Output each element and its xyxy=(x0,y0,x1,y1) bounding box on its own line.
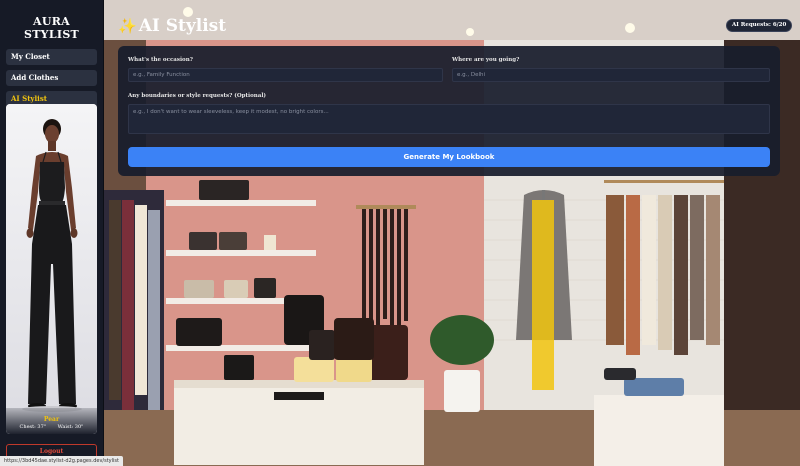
sidebar-item-add-clothes[interactable]: Add Clothes xyxy=(6,70,97,86)
sidebar-item-my-closet[interactable]: My Closet xyxy=(6,49,97,65)
stylist-form-panel: What's the occasion? e.g., Family Functi… xyxy=(118,46,780,176)
sparkle-icon: ✨ xyxy=(118,17,137,35)
destination-label: Where are you going? xyxy=(452,57,520,63)
model-photo xyxy=(6,104,97,434)
waist-measurement: Waist: 30" xyxy=(57,424,84,430)
model-card: Pear Chest: 37" Waist: 30" xyxy=(6,104,97,434)
occasion-input[interactable]: e.g., Family Function xyxy=(128,68,443,82)
page-title: ✨ AI Stylist xyxy=(118,16,227,36)
status-bar-url: https://3bd45dae.stylist-d2g.pages.dev/s… xyxy=(0,456,123,466)
boundaries-textarea[interactable]: e.g., I don't want to wear sleeveless, k… xyxy=(128,104,770,134)
ai-requests-badge: AI Requests: 6/20 xyxy=(726,19,793,32)
destination-input[interactable]: e.g., Delhi xyxy=(452,68,770,82)
measurements: Chest: 37" Waist: 30" xyxy=(6,424,97,430)
brand-logo: AURA STYLIST xyxy=(23,15,80,41)
boundaries-label: Any boundaries or style requests? (Optio… xyxy=(128,93,267,99)
sidebar: AURA STYLIST My Closet Add Clothes AI St… xyxy=(0,0,104,466)
generate-lookbook-button[interactable]: Generate My Lookbook xyxy=(128,147,770,167)
chest-measurement: Chest: 37" xyxy=(19,424,47,430)
body-type-label: Pear xyxy=(43,416,60,423)
occasion-label: What's the occasion? xyxy=(128,57,193,63)
